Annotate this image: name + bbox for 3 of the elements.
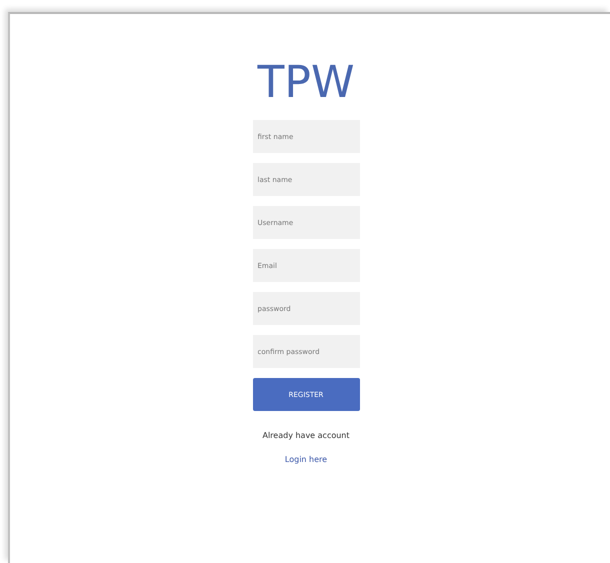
login-link[interactable]: Login here: [284, 455, 328, 464]
logo-text: TPW: [258, 58, 354, 108]
account-prompt: Already have account: [262, 431, 350, 440]
